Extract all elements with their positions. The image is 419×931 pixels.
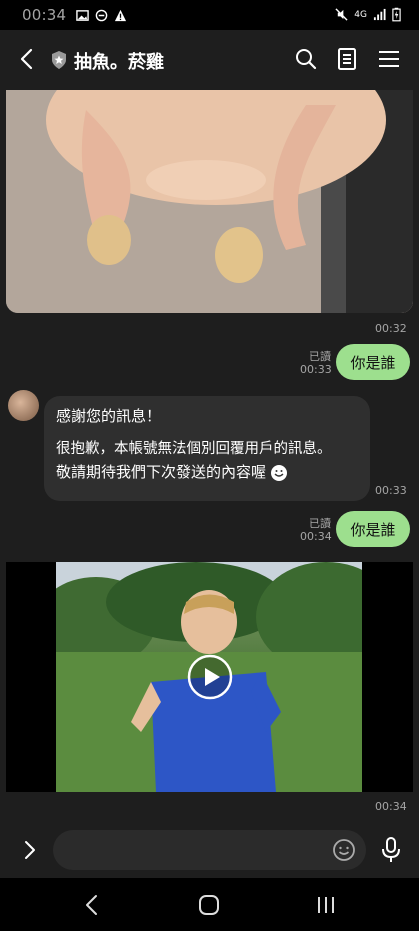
nav-back-icon[interactable] bbox=[82, 894, 102, 916]
read-receipt: 已讀 bbox=[309, 517, 331, 530]
message-input[interactable] bbox=[53, 830, 366, 870]
search-icon[interactable] bbox=[294, 47, 318, 71]
read-receipt: 已讀 bbox=[309, 350, 331, 363]
chicken-image[interactable] bbox=[6, 90, 413, 313]
timestamp: 00:33 bbox=[300, 363, 332, 376]
gallery-icon bbox=[76, 9, 90, 21]
chat-header: 抽魚。菸雞 bbox=[0, 30, 419, 90]
chevron-right-icon[interactable] bbox=[18, 838, 42, 862]
chicken-illustration bbox=[6, 90, 413, 313]
message-composer bbox=[0, 822, 419, 878]
chat-area[interactable]: 00:32 已讀 00:33 你是誰 感謝您的訊息！ 很抱歉，本帳號無法個別回覆… bbox=[0, 90, 419, 822]
video-message[interactable] bbox=[6, 562, 413, 792]
nav-recents-icon[interactable] bbox=[314, 894, 338, 916]
warning-icon bbox=[115, 9, 127, 21]
chevron-left-icon[interactable] bbox=[16, 47, 40, 71]
mic-icon[interactable] bbox=[378, 836, 404, 864]
timestamp: 00:34 bbox=[375, 800, 407, 813]
incoming-message[interactable]: 感謝您的訊息！ 很抱歉，本帳號無法個別回覆用戶的訊息。 敬請期待我們下次發送的內… bbox=[44, 396, 370, 501]
video-thumbnail bbox=[36, 562, 396, 792]
status-bar: 00:34 4G bbox=[0, 0, 419, 30]
notes-icon[interactable] bbox=[335, 47, 359, 71]
play-icon[interactable] bbox=[187, 654, 233, 700]
signal-icon bbox=[373, 8, 386, 21]
smile-emoji-icon bbox=[271, 464, 288, 481]
status-time: 00:34 bbox=[22, 6, 67, 24]
outgoing-message[interactable]: 你是誰 bbox=[336, 344, 410, 380]
message-line: 敬請期待我們下次發送的內容喔 bbox=[56, 463, 267, 481]
mute-icon bbox=[335, 8, 348, 21]
message-line: 很抱歉，本帳號無法個別回覆用戶的訊息。 bbox=[56, 441, 332, 457]
emoji-icon[interactable] bbox=[332, 838, 356, 862]
official-shield-icon bbox=[52, 51, 66, 69]
network-label: 4G bbox=[354, 9, 367, 20]
dnd-icon bbox=[95, 9, 108, 21]
timestamp: 00:32 bbox=[375, 322, 407, 335]
avatar[interactable] bbox=[8, 390, 39, 421]
timestamp: 00:33 bbox=[375, 484, 407, 497]
message-line: 感謝您的訊息！ bbox=[56, 407, 162, 425]
outgoing-message[interactable]: 你是誰 bbox=[336, 511, 410, 547]
menu-icon[interactable] bbox=[377, 47, 401, 71]
system-nav-bar bbox=[0, 878, 419, 931]
battery-icon bbox=[392, 7, 401, 22]
timestamp: 00:34 bbox=[300, 530, 332, 543]
nav-home-icon[interactable] bbox=[197, 894, 221, 916]
chat-title: 抽魚。菸雞 bbox=[74, 52, 164, 73]
